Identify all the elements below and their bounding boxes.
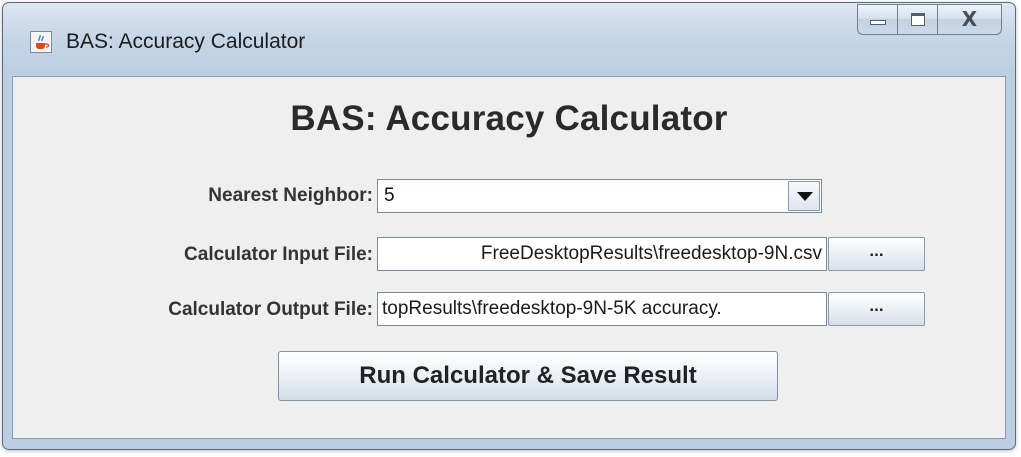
minimize-button[interactable] [857,4,897,35]
title-bar[interactable]: BAS: Accuracy Calculator X [3,3,1015,77]
nearest-neighbor-label: Nearest Neighbor: [208,185,373,206]
input-file-browse-button[interactable]: ... [828,237,925,271]
app-window: BAS: Accuracy Calculator X BAS: Accuracy… [2,2,1016,450]
caption-buttons: X [857,4,1002,37]
nearest-neighbor-value: 5 [384,185,395,206]
minimize-icon [870,20,886,25]
output-file-field[interactable]: topResults\freedesktop-9N-5K accuracy. [377,292,827,326]
output-file-value: topResults\freedesktop-9N-5K accuracy. [382,298,722,319]
input-file-label: Calculator Input File: [184,244,373,265]
client-area: BAS: Accuracy Calculator Nearest Neighbo… [12,76,1006,439]
maximize-icon [911,13,925,26]
input-file-value: FreeDesktopResults\freedesktop-9N.csv [480,243,822,264]
java-cup-icon[interactable] [30,31,52,53]
run-calculator-button[interactable]: Run Calculator & Save Result [278,351,778,401]
input-file-field[interactable]: FreeDesktopResults\freedesktop-9N.csv [377,237,827,271]
window-title: BAS: Accuracy Calculator [66,30,306,53]
page-title: BAS: Accuracy Calculator [290,99,728,138]
output-file-browse-button[interactable]: ... [828,292,925,326]
dropdown-button[interactable] [788,181,820,211]
nearest-neighbor-select[interactable]: 5 [377,179,822,213]
maximize-button[interactable] [897,4,937,35]
chevron-down-icon [797,192,813,201]
close-icon: X [961,7,978,31]
close-button[interactable]: X [937,4,1002,35]
output-file-label: Calculator Output File: [168,299,373,320]
